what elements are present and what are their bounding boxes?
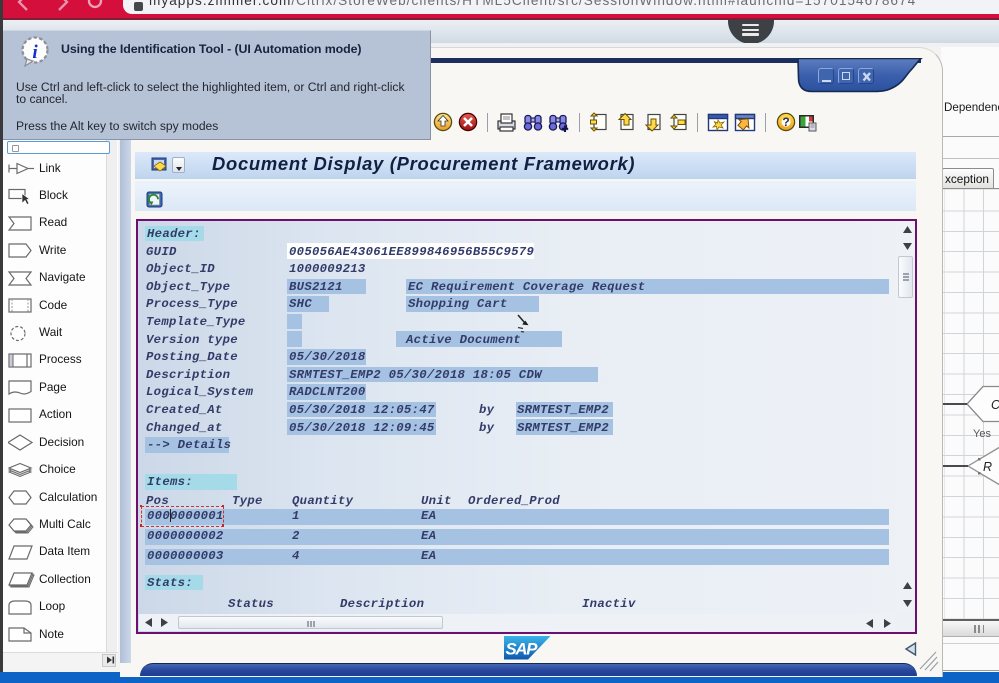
svg-text:SAP: SAP	[506, 639, 539, 658]
svg-text:?: ?	[782, 115, 789, 129]
svg-text:Yes: Yes	[973, 428, 991, 440]
svg-text:C: C	[991, 398, 999, 412]
svg-text:R: R	[983, 460, 992, 474]
svg-text:i: i	[32, 42, 38, 63]
